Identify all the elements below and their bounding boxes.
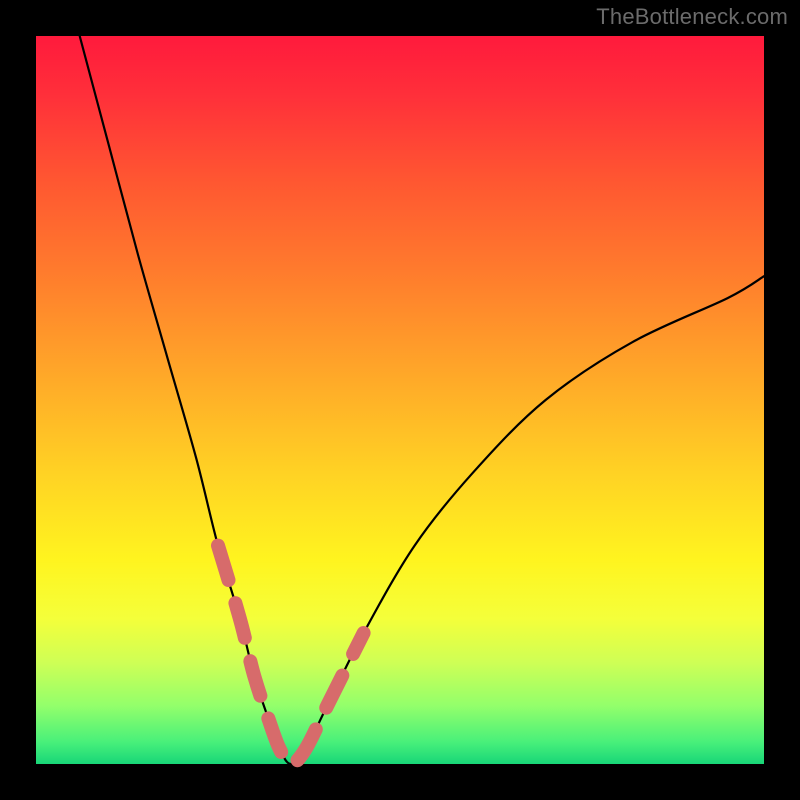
curve-line [80, 36, 764, 764]
watermark-text: TheBottleneck.com [596, 4, 788, 30]
curve-overlay-dashed [218, 546, 364, 764]
bottleneck-curve [36, 36, 764, 764]
plot-area [36, 36, 764, 764]
chart-frame: TheBottleneck.com [0, 0, 800, 800]
